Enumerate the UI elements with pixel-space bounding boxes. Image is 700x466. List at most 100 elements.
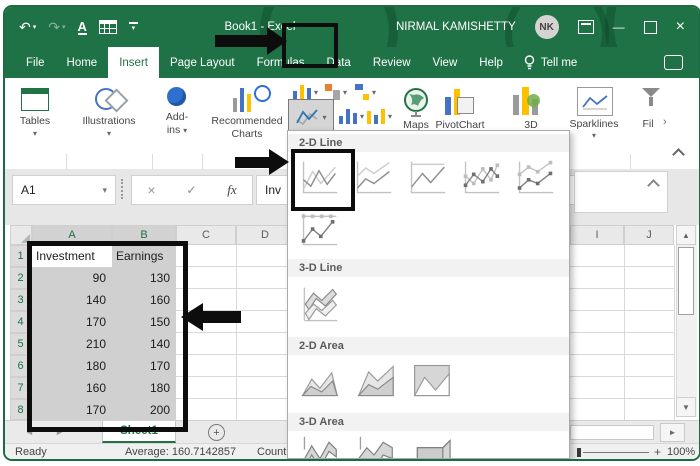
column-header-d[interactable]: D <box>236 225 294 245</box>
new-sheet-button[interactable]: + <box>208 424 225 441</box>
magnifier-icon <box>254 84 271 102</box>
tab-insert[interactable]: Insert <box>108 47 159 78</box>
redo-button[interactable]: ↷ ▾ <box>48 20 65 34</box>
scroll-down-button[interactable]: ▼ <box>676 397 696 417</box>
chevron-down-icon: ▾ <box>32 129 37 138</box>
column-header-i[interactable]: I <box>570 225 624 245</box>
add-ins-button[interactable]: Add- <box>153 111 201 123</box>
tab-file[interactable]: File <box>15 47 56 78</box>
insert-hierarchy-chart-button[interactable]: ▾ <box>355 84 376 100</box>
sparklines-button[interactable]: Sparklines <box>565 118 623 130</box>
menu-option-3d-line[interactable] <box>296 281 342 329</box>
overflow-icon[interactable]: › <box>663 116 667 128</box>
add-ins-button-line2[interactable]: ins ▾ <box>153 124 201 136</box>
menu-option-100-stacked-line-with-markers[interactable] <box>296 208 342 252</box>
status-average: Average: 160.7142857 <box>125 446 237 458</box>
tab-home[interactable]: Home <box>56 47 109 78</box>
annotation-arrow-data <box>203 311 241 323</box>
collapse-ribbon-button[interactable] <box>667 146 689 162</box>
chevron-up-icon[interactable] <box>647 179 660 192</box>
insert-combo-chart-button[interactable]: ▾ <box>367 108 392 124</box>
column-header-j[interactable]: J <box>624 225 674 245</box>
chevron-down-icon: ▾ <box>32 24 37 31</box>
filter-funnel-icon <box>649 97 653 106</box>
name-box-value: A1 <box>21 183 36 197</box>
insert-column-chart-button[interactable]: ▾ <box>293 84 318 100</box>
recommended-charts-button-line2[interactable]: Charts <box>201 128 293 140</box>
customize-qat-button[interactable]: ▾ <box>128 22 138 32</box>
tables-button[interactable]: Tables <box>9 115 61 127</box>
tell-me-box[interactable]: Tell me <box>514 47 587 78</box>
100-stacked-area-chart-icon <box>413 364 450 397</box>
annotation-box-selection <box>27 241 188 432</box>
pivotchart-icon <box>445 87 474 115</box>
menu-option-3d-area[interactable] <box>296 433 342 458</box>
borders-icon[interactable] <box>98 20 117 34</box>
chevron-down-icon: ▾ <box>314 87 319 97</box>
comment-icon[interactable] <box>664 55 683 70</box>
globe-overlay-icon <box>527 93 540 107</box>
name-box-splitter[interactable] <box>121 179 123 199</box>
tab-view[interactable]: View <box>422 47 469 78</box>
menu-option-area[interactable] <box>296 359 342 403</box>
empty-cells[interactable] <box>176 245 294 420</box>
100-stacked-3d-area-chart-icon <box>416 439 451 458</box>
zoom-slider-thumb[interactable] <box>577 448 581 457</box>
ribbon-display-options-icon[interactable] <box>577 20 594 34</box>
close-button[interactable]: × <box>676 18 685 36</box>
formula-content: Inv <box>265 183 282 197</box>
annotation-arrowhead <box>181 303 203 331</box>
hscroll-right-button[interactable]: ► <box>660 423 685 442</box>
add-ins-label: ins <box>166 124 181 136</box>
scroll-up-button[interactable]: ▲ <box>676 225 696 245</box>
ribbon-tab-bar: File Home Insert Page Layout Formulas Da… <box>5 47 699 78</box>
line-markers-chart-icon <box>463 161 500 194</box>
chevron-down-icon: ▾ <box>106 129 111 138</box>
recommended-charts-button[interactable]: Recommended <box>201 115 293 127</box>
undo-icon: ↶ <box>19 19 31 35</box>
chevron-down-icon[interactable]: ▾ <box>102 185 115 196</box>
zoom-in-button[interactable]: + <box>654 445 661 459</box>
menu-option-stacked-area[interactable] <box>352 359 398 403</box>
annotation-arrowhead <box>269 149 289 175</box>
chevron-down-icon: ▾ <box>343 87 348 97</box>
status-count: Count: <box>257 446 290 458</box>
horizontal-scrollbar[interactable] <box>570 425 654 440</box>
tab-page-layout[interactable]: Page Layout <box>159 47 246 78</box>
tab-review[interactable]: Review <box>362 47 422 78</box>
zoom-level[interactable]: 100% <box>667 446 695 458</box>
tab-help[interactable]: Help <box>468 47 514 78</box>
insert-function-icon[interactable]: fx <box>227 182 236 198</box>
menu-option-100-stacked-area[interactable] <box>408 359 454 403</box>
annotation-arrow-menu <box>235 157 269 168</box>
100-stacked-line-markers-chart-icon <box>301 213 338 246</box>
undo-button[interactable]: ↶ ▾ <box>19 20 36 34</box>
menu-option-100-stacked-line[interactable] <box>404 156 450 200</box>
cancel-icon[interactable]: × <box>147 182 155 198</box>
menu-option-stacked-3d-area[interactable] <box>352 433 398 458</box>
chevron-up-icon <box>671 147 685 161</box>
line-chart-icon <box>296 109 319 126</box>
chevron-down-icon: ▾ <box>183 126 188 135</box>
vertical-scrollbar-thumb[interactable] <box>678 247 694 315</box>
stacked-line-chart-icon <box>356 161 392 194</box>
3d-map-icon <box>513 87 540 115</box>
menu-option-100-stacked-3d-area[interactable] <box>408 433 454 458</box>
insert-waterfall-chart-button[interactable]: ▾ <box>325 84 347 100</box>
empty-cells[interactable] <box>570 245 674 420</box>
menu-option-stacked-line[interactable] <box>350 156 396 200</box>
filters-button[interactable]: Fil <box>635 118 661 130</box>
zoom-slider-track[interactable] <box>583 452 649 453</box>
name-box[interactable]: A1 ▾ <box>12 175 116 205</box>
font-color-icon[interactable]: A <box>77 20 87 35</box>
menu-option-line-with-markers[interactable] <box>458 156 504 200</box>
avatar[interactable]: NK <box>534 15 559 39</box>
menu-option-stacked-line-with-markers[interactable] <box>512 156 558 200</box>
minimize-button[interactable]: — <box>613 20 625 34</box>
insert-bar-chart-button[interactable]: ▾ <box>339 108 364 124</box>
chevron-down-icon: ▾ <box>360 111 365 121</box>
quick-access-toolbar: ↶ ▾ ↷ ▾ A ▾ <box>19 7 138 47</box>
enter-icon[interactable]: ✓ <box>186 183 196 197</box>
maximize-button[interactable] <box>643 20 657 34</box>
illustrations-button[interactable]: Illustrations <box>71 115 147 127</box>
